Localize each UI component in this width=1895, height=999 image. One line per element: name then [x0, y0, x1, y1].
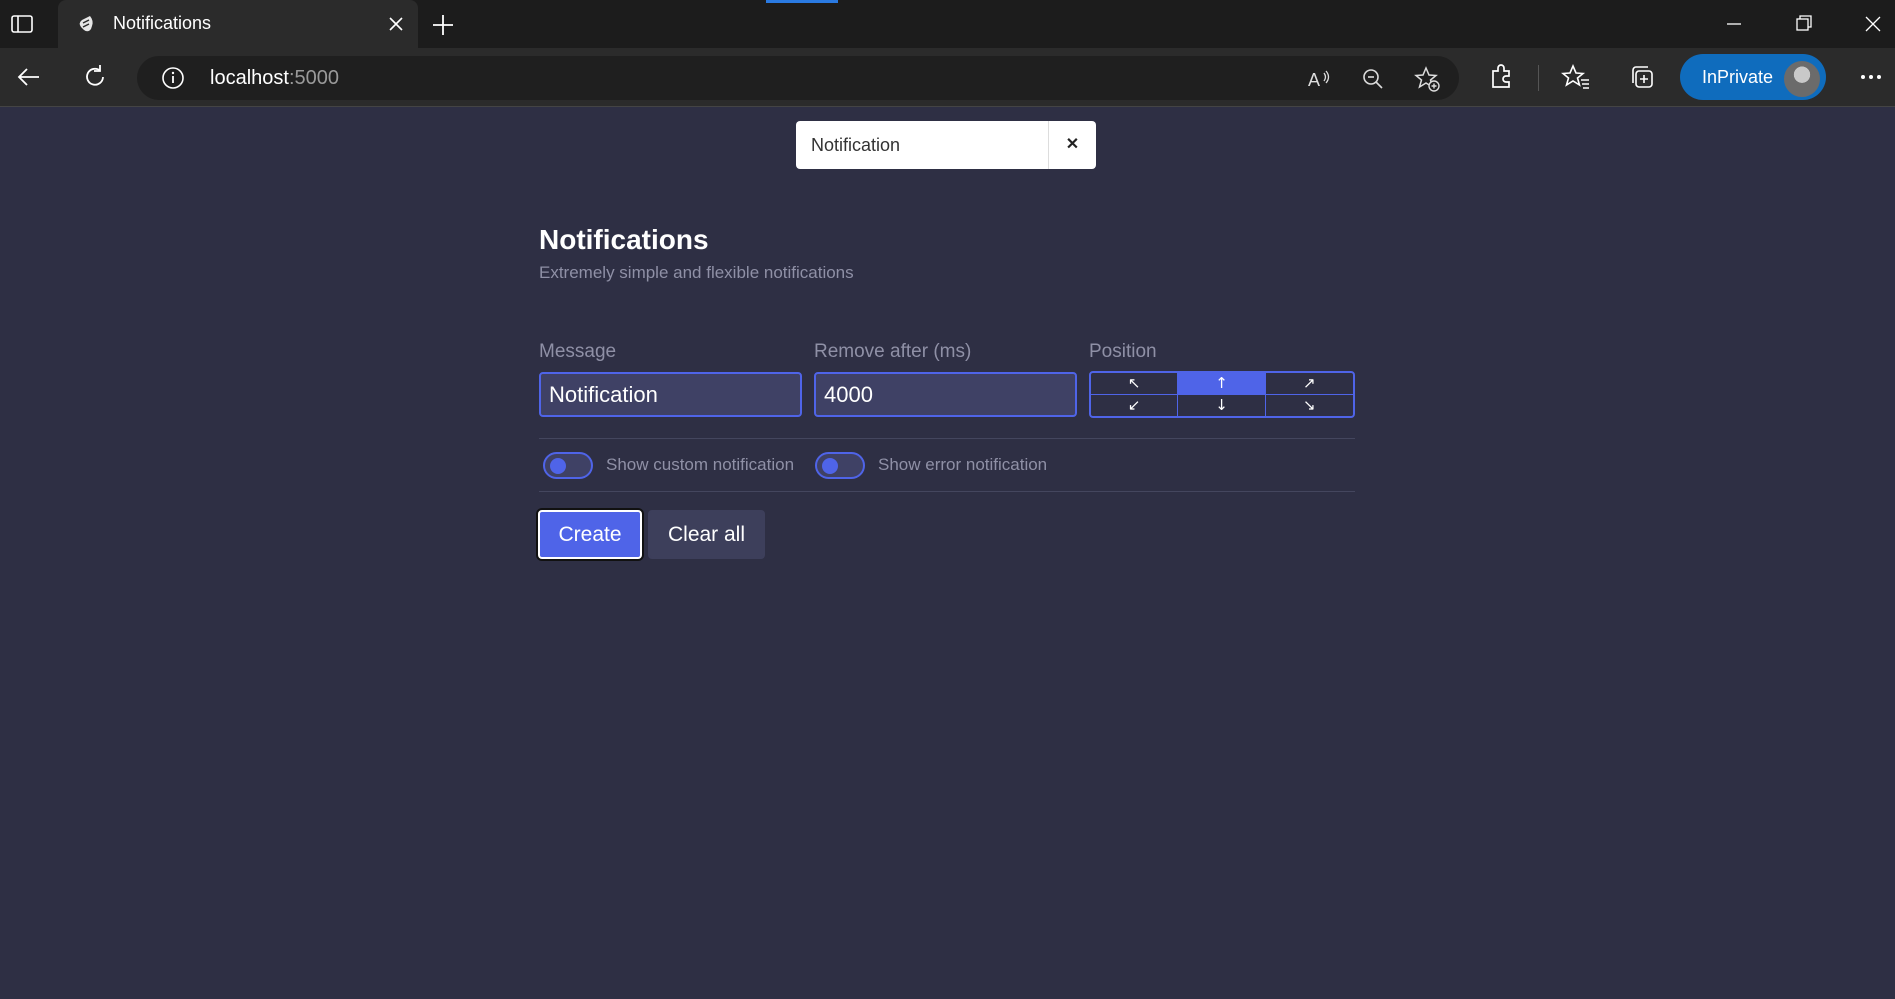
inprivate-label: InPrivate	[1702, 67, 1774, 87]
error-notification-toggle[interactable]	[815, 452, 865, 479]
divider	[539, 491, 1355, 492]
loading-indicator	[766, 0, 838, 3]
page-title: Notifications	[539, 224, 709, 255]
address-host: localhost	[210, 67, 289, 89]
more-options-icon[interactable]	[1856, 62, 1886, 92]
svg-text:A: A	[1308, 70, 1320, 90]
profile-avatar	[1782, 59, 1822, 99]
error-notification-label: Show error notification	[878, 455, 1048, 474]
position-top-left-button[interactable]: ↖	[1091, 373, 1179, 395]
page-subtitle: Extremely simple and flexible notificati…	[539, 263, 854, 282]
address-url[interactable]: localhost:5000	[210, 67, 339, 90]
position-bottom-right-button[interactable]: ↘	[1266, 395, 1353, 417]
refresh-icon[interactable]	[80, 62, 110, 92]
tab-close-icon[interactable]	[384, 12, 408, 36]
toast-close-icon: ✕	[1065, 136, 1080, 153]
new-tab-icon[interactable]	[430, 12, 456, 38]
minimize-icon[interactable]	[1719, 10, 1749, 38]
position-bottom-left-button[interactable]: ↙	[1091, 394, 1179, 416]
address-bar[interactable]: localhost:5000 A	[137, 56, 1459, 100]
notification-toast: Notification ✕	[796, 121, 1096, 169]
custom-notification-toggle[interactable]	[543, 452, 593, 479]
tab-notifications[interactable]: Notifications	[58, 0, 418, 48]
browser-toolbar: localhost:5000 A InPrivate	[0, 48, 1895, 107]
close-window-icon[interactable]	[1858, 10, 1888, 38]
remove-after-label: Remove after (ms)	[814, 341, 972, 362]
add-favorite-icon[interactable]	[1413, 65, 1441, 93]
divider	[539, 438, 1355, 439]
favorites-icon[interactable]	[1560, 62, 1591, 92]
back-icon[interactable]	[14, 62, 44, 92]
create-button[interactable]: Create	[538, 510, 642, 559]
toggle-knob	[550, 458, 566, 474]
position-label: Position	[1089, 341, 1157, 362]
zoom-out-icon[interactable]	[1359, 65, 1387, 93]
address-port: :5000	[288, 67, 339, 89]
extensions-icon[interactable]	[1486, 62, 1516, 92]
toast-message: Notification	[811, 135, 901, 155]
browser-tab-bar: Notifications	[0, 0, 1895, 48]
inprivate-button[interactable]: InPrivate	[1680, 54, 1826, 100]
tab-title: Notifications	[113, 13, 212, 33]
message-input[interactable]	[539, 372, 802, 417]
position-top-center-button[interactable]: ↑	[1178, 373, 1266, 395]
position-selector: ↖ ↑ ↗ ↙ ↓ ↘	[1089, 371, 1355, 418]
custom-notification-label: Show custom notification	[606, 455, 795, 474]
position-bottom-center-button[interactable]: ↓	[1178, 394, 1266, 416]
toggle-knob	[822, 458, 838, 474]
restore-icon[interactable]	[1789, 10, 1819, 38]
tab-actions-icon[interactable]	[10, 12, 34, 36]
clear-all-button[interactable]: Clear all	[648, 510, 765, 559]
remove-after-input[interactable]	[814, 372, 1077, 417]
toast-close-button[interactable]: ✕	[1048, 121, 1096, 169]
read-aloud-icon[interactable]: A	[1305, 65, 1333, 93]
position-top-right-button[interactable]: ↗	[1265, 373, 1353, 395]
site-info-icon[interactable]	[161, 66, 185, 90]
message-label: Message	[539, 341, 617, 362]
collections-icon[interactable]	[1627, 62, 1657, 92]
svelte-favicon-icon	[76, 14, 96, 34]
toolbar-separator	[1538, 65, 1539, 91]
